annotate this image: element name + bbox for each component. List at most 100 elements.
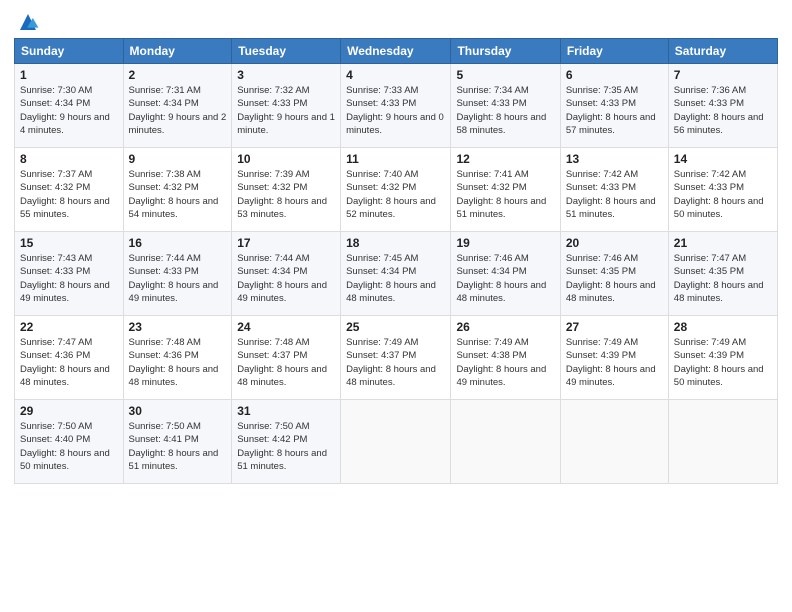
calendar-day-cell: 5 Sunrise: 7:34 AMSunset: 4:33 PMDaylight… [451,64,560,148]
day-number: 17 [237,236,335,250]
day-info: Sunrise: 7:49 AMSunset: 4:38 PMDaylight:… [456,336,554,389]
day-info: Sunrise: 7:46 AMSunset: 4:34 PMDaylight:… [456,252,554,305]
day-info: Sunrise: 7:48 AMSunset: 4:36 PMDaylight:… [129,336,227,389]
calendar-day-cell: 13Sunrise: 7:42 AMSunset: 4:33 PMDayligh… [560,148,668,232]
calendar-day-cell: 8 Sunrise: 7:37 AMSunset: 4:32 PMDaylight… [15,148,124,232]
calendar-day-cell: 11 Sunrise: 7:40 AMSunset: 4:32 PMDayligh… [341,148,451,232]
day-info: Sunrise: 7:41 AMSunset: 4:32 PMDaylight:… [456,168,554,221]
calendar-week-row: 22 Sunrise: 7:47 AMSunset: 4:36 PMDayligh… [15,316,778,400]
calendar-header-saturday: Saturday [668,39,777,64]
logo [14,10,40,34]
calendar-week-row: 8 Sunrise: 7:37 AMSunset: 4:32 PMDaylight… [15,148,778,232]
calendar-day-cell: 3 Sunrise: 7:32 AMSunset: 4:33 PMDaylight… [232,64,341,148]
day-number: 4 [346,68,445,82]
calendar-day-cell [451,400,560,484]
day-number: 23 [129,320,227,334]
calendar-day-cell: 10 Sunrise: 7:39 AMSunset: 4:32 PMDayligh… [232,148,341,232]
calendar-day-cell: 26 Sunrise: 7:49 AMSunset: 4:38 PMDayligh… [451,316,560,400]
calendar-day-cell: 22 Sunrise: 7:47 AMSunset: 4:36 PMDayligh… [15,316,124,400]
day-info: Sunrise: 7:34 AMSunset: 4:33 PMDaylight:… [456,84,554,137]
calendar-day-cell: 4Sunrise: 7:33 AMSunset: 4:33 PMDaylight… [341,64,451,148]
calendar-week-row: 15 Sunrise: 7:43 AMSunset: 4:33 PMDayligh… [15,232,778,316]
day-info: Sunrise: 7:30 AMSunset: 4:34 PMDaylight:… [20,84,118,137]
day-info: Sunrise: 7:36 AMSunset: 4:33 PMDaylight:… [674,84,772,137]
day-number: 5 [456,68,554,82]
day-number: 3 [237,68,335,82]
calendar-day-cell: 23 Sunrise: 7:48 AMSunset: 4:36 PMDayligh… [123,316,232,400]
calendar-day-cell: 9 Sunrise: 7:38 AMSunset: 4:32 PMDaylight… [123,148,232,232]
calendar-day-cell: 1 Sunrise: 7:30 AMSunset: 4:34 PMDaylight… [15,64,124,148]
calendar-day-cell: 15 Sunrise: 7:43 AMSunset: 4:33 PMDayligh… [15,232,124,316]
day-info: Sunrise: 7:48 AMSunset: 4:37 PMDaylight:… [237,336,335,389]
day-number: 7 [674,68,772,82]
day-number: 16 [129,236,227,250]
day-info: Sunrise: 7:42 AMSunset: 4:33 PMDaylight:… [566,168,663,221]
day-number: 14 [674,152,772,166]
calendar-day-cell: 6 Sunrise: 7:35 AMSunset: 4:33 PMDaylight… [560,64,668,148]
calendar-day-cell: 25 Sunrise: 7:49 AMSunset: 4:37 PMDayligh… [341,316,451,400]
day-info: Sunrise: 7:37 AMSunset: 4:32 PMDaylight:… [20,168,118,221]
day-number: 30 [129,404,227,418]
day-info: Sunrise: 7:49 AMSunset: 4:39 PMDaylight:… [674,336,772,389]
calendar-header-wednesday: Wednesday [341,39,451,64]
day-number: 26 [456,320,554,334]
day-number: 28 [674,320,772,334]
day-info: Sunrise: 7:43 AMSunset: 4:33 PMDaylight:… [20,252,118,305]
day-number: 8 [20,152,118,166]
calendar-day-cell: 21Sunrise: 7:47 AMSunset: 4:35 PMDayligh… [668,232,777,316]
calendar-day-cell: 12 Sunrise: 7:41 AMSunset: 4:32 PMDayligh… [451,148,560,232]
day-number: 29 [20,404,118,418]
day-info: Sunrise: 7:50 AMSunset: 4:42 PMDaylight:… [237,420,335,473]
calendar-day-cell: 27 Sunrise: 7:49 AMSunset: 4:39 PMDayligh… [560,316,668,400]
day-info: Sunrise: 7:40 AMSunset: 4:32 PMDaylight:… [346,168,445,221]
day-info: Sunrise: 7:32 AMSunset: 4:33 PMDaylight:… [237,84,335,137]
day-info: Sunrise: 7:44 AMSunset: 4:33 PMDaylight:… [129,252,227,305]
day-info: Sunrise: 7:35 AMSunset: 4:33 PMDaylight:… [566,84,663,137]
day-info: Sunrise: 7:50 AMSunset: 4:41 PMDaylight:… [129,420,227,473]
header [14,10,778,34]
day-number: 10 [237,152,335,166]
calendar-day-cell: 31 Sunrise: 7:50 AMSunset: 4:42 PMDayligh… [232,400,341,484]
day-number: 11 [346,152,445,166]
calendar-day-cell: 2 Sunrise: 7:31 AMSunset: 4:34 PMDaylight… [123,64,232,148]
calendar-day-cell: 18 Sunrise: 7:45 AMSunset: 4:34 PMDayligh… [341,232,451,316]
day-number: 18 [346,236,445,250]
day-number: 9 [129,152,227,166]
day-number: 22 [20,320,118,334]
day-number: 6 [566,68,663,82]
calendar-week-row: 29 Sunrise: 7:50 AMSunset: 4:40 PMDayligh… [15,400,778,484]
day-number: 2 [129,68,227,82]
calendar-day-cell: 28 Sunrise: 7:49 AMSunset: 4:39 PMDayligh… [668,316,777,400]
calendar-day-cell: 30 Sunrise: 7:50 AMSunset: 4:41 PMDayligh… [123,400,232,484]
day-info: Sunrise: 7:39 AMSunset: 4:32 PMDaylight:… [237,168,335,221]
page: SundayMondayTuesdayWednesdayThursdayFrid… [0,0,792,494]
calendar-day-cell: 20 Sunrise: 7:46 AMSunset: 4:35 PMDayligh… [560,232,668,316]
calendar-header-sunday: Sunday [15,39,124,64]
day-info: Sunrise: 7:50 AMSunset: 4:40 PMDaylight:… [20,420,118,473]
day-number: 1 [20,68,118,82]
day-info: Sunrise: 7:47 AMSunset: 4:35 PMDaylight:… [674,252,772,305]
calendar-week-row: 1 Sunrise: 7:30 AMSunset: 4:34 PMDaylight… [15,64,778,148]
calendar-day-cell: 7 Sunrise: 7:36 AMSunset: 4:33 PMDaylight… [668,64,777,148]
calendar-day-cell [668,400,777,484]
calendar-header-tuesday: Tuesday [232,39,341,64]
day-number: 24 [237,320,335,334]
calendar-table: SundayMondayTuesdayWednesdayThursdayFrid… [14,38,778,484]
logo-icon [16,10,40,34]
day-number: 15 [20,236,118,250]
day-info: Sunrise: 7:45 AMSunset: 4:34 PMDaylight:… [346,252,445,305]
calendar-day-cell: 24 Sunrise: 7:48 AMSunset: 4:37 PMDayligh… [232,316,341,400]
day-info: Sunrise: 7:46 AMSunset: 4:35 PMDaylight:… [566,252,663,305]
day-info: Sunrise: 7:47 AMSunset: 4:36 PMDaylight:… [20,336,118,389]
day-number: 25 [346,320,445,334]
day-info: Sunrise: 7:38 AMSunset: 4:32 PMDaylight:… [129,168,227,221]
day-number: 20 [566,236,663,250]
day-number: 12 [456,152,554,166]
day-number: 31 [237,404,335,418]
day-info: Sunrise: 7:31 AMSunset: 4:34 PMDaylight:… [129,84,227,137]
calendar-day-cell: 29 Sunrise: 7:50 AMSunset: 4:40 PMDayligh… [15,400,124,484]
calendar-day-cell: 17Sunrise: 7:44 AMSunset: 4:34 PMDayligh… [232,232,341,316]
day-number: 27 [566,320,663,334]
day-info: Sunrise: 7:49 AMSunset: 4:39 PMDaylight:… [566,336,663,389]
day-info: Sunrise: 7:49 AMSunset: 4:37 PMDaylight:… [346,336,445,389]
